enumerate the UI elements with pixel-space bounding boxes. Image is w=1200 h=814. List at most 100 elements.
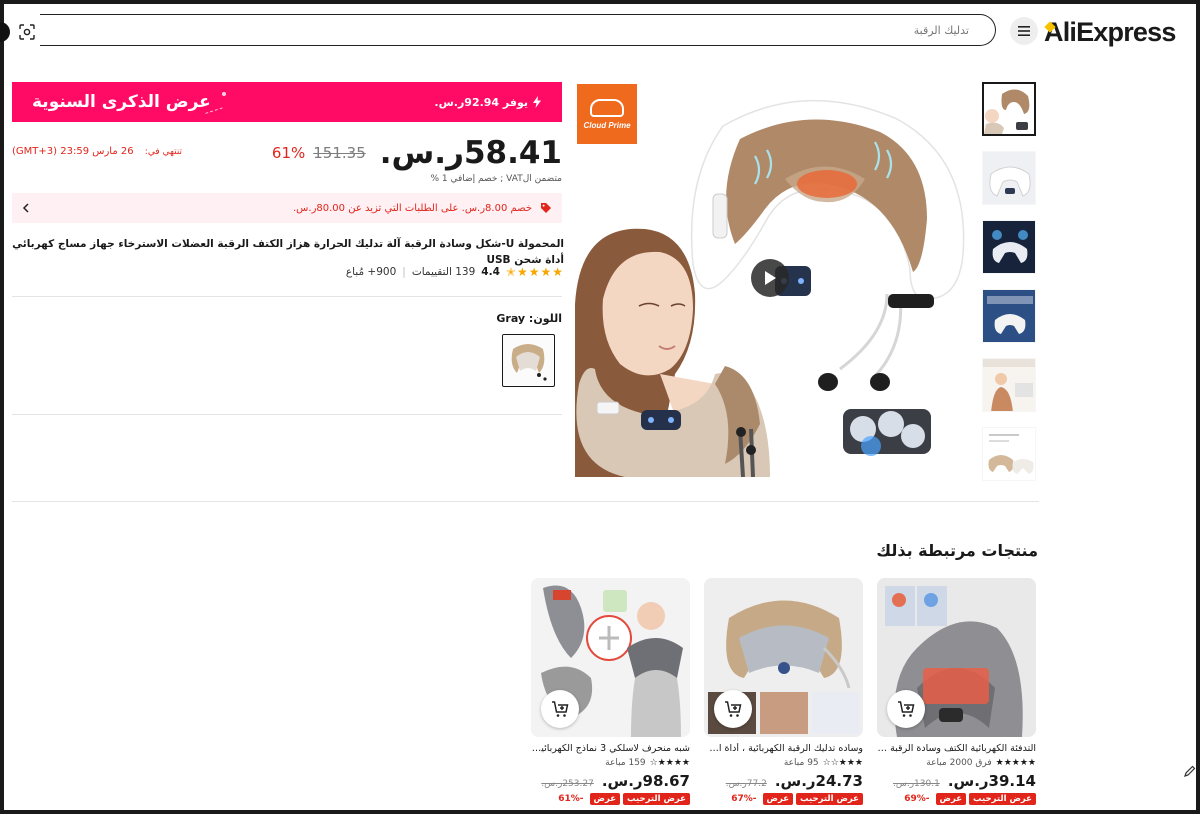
sold-count: 159 مباعة (605, 758, 646, 768)
add-to-cart-button[interactable] (887, 690, 925, 728)
sale-price: 39.14ر.س. (947, 772, 1036, 790)
review-count[interactable]: 139 التقييمات (412, 266, 475, 278)
product-card-price: 39.14ر.س. 130.1ر.س. (877, 772, 1036, 790)
add-cart-icon (552, 701, 569, 717)
product-image[interactable] (704, 578, 863, 737)
lightning-icon (533, 96, 541, 108)
add-to-cart-button[interactable] (541, 690, 579, 728)
thumbnail-6[interactable] (982, 427, 1036, 481)
promo-title: عرض الذكرى السنوية (32, 92, 211, 112)
image-thumbnails (982, 82, 1037, 496)
thumbnail-2[interactable] (982, 151, 1036, 205)
product-card-title[interactable]: شبه منحرف لاسلكي 3 نماذج الكهربائية للك.… (531, 743, 690, 754)
thumbnail-image (983, 428, 1035, 480)
promo-savings: يوفر 92.94ر.س. (434, 96, 542, 109)
coupon-content: خصم 8.00ر.س. على الطلبات التي تزيد عن 80… (293, 202, 552, 214)
related-product-card[interactable]: شبه منحرف لاسلكي 3 نماذج الكهربائية للك.… (531, 578, 690, 814)
sale-price: 24.73ر.س. (774, 772, 863, 790)
discount-percent: 61% (271, 144, 306, 162)
rating-stars-icon: ★★★☆☆ (822, 758, 863, 768)
color-option-gray[interactable] (502, 334, 555, 387)
thumbnail-4[interactable] (982, 289, 1036, 343)
divider (12, 501, 1039, 502)
edit-pencil-icon[interactable] (1184, 762, 1196, 781)
offer-badge: عرض (762, 793, 794, 805)
welcome-deal-badge: عرض الترحيب (969, 793, 1036, 805)
thumbnail-1[interactable] (982, 82, 1036, 136)
header: AliExpress (0, 4, 1196, 60)
product-image[interactable] (877, 578, 1036, 737)
discount-badge: -61% (558, 794, 584, 804)
product-card-meta: ★★★★★ فرق 2000 مباعة (877, 758, 1036, 768)
product-card-meta: ★★★☆☆ 95 مباعة (704, 758, 863, 768)
rating-stars-icon: ★★★★★ (995, 758, 1036, 768)
original-price: 130.1ر.س. (892, 779, 940, 789)
sold-count: 95 مباعة (783, 758, 819, 768)
logo-text: AliExpress (1044, 16, 1176, 47)
search-input[interactable] (66, 23, 969, 37)
vat-note: متضمن الVAT ; خصم إضافي 1 % (430, 174, 562, 184)
cloud-icon (590, 98, 624, 117)
discount-badge: -69% (904, 794, 930, 804)
discount-badge: -67% (731, 794, 757, 804)
rating-row[interactable]: ★★★★✭ 4.4 139 التقييمات | 900+ مُباع (12, 265, 564, 279)
thumbnail-3[interactable] (982, 220, 1036, 274)
sale-countdown: تنتهي في: 26 مارس 23:59 (GMT+3) (12, 146, 182, 157)
image-search-button[interactable] (10, 15, 44, 49)
swatch-thumbnail (503, 335, 553, 385)
product-card-meta: ★★★★☆ 159 مباعة (531, 758, 690, 768)
coupon-bar[interactable]: خصم 8.00ر.س. على الطلبات التي تزيد عن 80… (12, 193, 562, 223)
chevron-left-icon (22, 203, 29, 213)
thumbnail-image (983, 152, 1035, 204)
coupon-text: خصم 8.00ر.س. على الطلبات التي تزيد عن 80… (293, 202, 532, 214)
play-video-button[interactable] (751, 259, 789, 297)
brand-badge-text: Cloud Prime (583, 120, 631, 130)
related-product-card[interactable]: وساده تدليك الرقبة الكهربائية ، أداة الا… (704, 578, 863, 814)
product-image[interactable] (531, 578, 690, 737)
thumbnail-image (983, 359, 1035, 411)
promo-decoration (222, 92, 226, 96)
add-cart-icon (898, 701, 915, 717)
hamburger-icon (1018, 26, 1030, 36)
thumbnail-image (983, 290, 1035, 342)
product-card-price: 98.67ر.س. 253.27ر.س. (531, 772, 690, 790)
product-title: المحمولة U-شكل وسادة الرقبة آلة تدليك ال… (12, 238, 564, 266)
menu-button[interactable] (1010, 17, 1038, 45)
original-price: 77.2ر.س. (725, 779, 767, 789)
product-card-title[interactable]: وساده تدليك الرقبة الكهربائية ، أداة الا… (704, 743, 863, 754)
product-card-title[interactable]: التدفئة الكهربائية الكتف وسادة الرقبة من… (877, 743, 1036, 754)
coupon-tag-icon (541, 203, 551, 213)
price-row: 58.41ر.س. 151.35 61% تنتهي في: 26 مارس 2… (12, 134, 562, 172)
thumbnail-image (984, 84, 1034, 134)
countdown-time: 26 مارس 23:59 (GMT+3) (12, 146, 134, 157)
add-to-cart-button[interactable] (714, 690, 752, 728)
countdown-label: تنتهي في: (144, 147, 183, 157)
rating-stars-icon: ★★★★☆ (649, 758, 690, 768)
product-card-tags: عرض الترحيب عرض -69% (877, 793, 1036, 805)
current-price: 58.41ر.س. (379, 135, 562, 171)
product-card-price: 24.73ر.س. 77.2ر.س. (704, 772, 863, 790)
related-products-title: منتجات مرتبطة بذلك (876, 541, 1038, 560)
product-card-tags: عرض الترحيب عرض -61% (531, 793, 690, 805)
original-price: 253.27ر.س. (541, 779, 594, 789)
search-bar[interactable] (40, 14, 996, 46)
original-price: 151.35 (313, 144, 366, 162)
offer-badge: عرض (589, 793, 621, 805)
brand-badge: Cloud Prime (577, 84, 637, 144)
scan-icon (19, 24, 35, 40)
related-product-card[interactable]: التدفئة الكهربائية الكتف وسادة الرقبة من… (877, 578, 1036, 814)
sale-price: 98.67ر.س. (601, 772, 690, 790)
aliexpress-logo[interactable]: AliExpress (1044, 17, 1176, 47)
anniversary-promo-banner: يوفر 92.94ر.س. عرض الذكرى السنوية (12, 82, 562, 122)
promo-save-text: يوفر 92.94ر.س. (434, 95, 528, 109)
thumbnail-5[interactable] (982, 358, 1036, 412)
sold-count: فرق 2000 مباعة (926, 758, 992, 768)
edge-handle (0, 22, 10, 42)
thumbnail-image (983, 221, 1035, 273)
product-card-tags: عرض الترحيب عرض -67% (704, 793, 863, 805)
welcome-deal-badge: عرض الترحيب (796, 793, 863, 805)
sold-count: 900+ مُباع (345, 266, 397, 278)
color-label: اللون: Gray (496, 312, 562, 325)
play-icon (765, 271, 776, 285)
divider (12, 414, 562, 415)
